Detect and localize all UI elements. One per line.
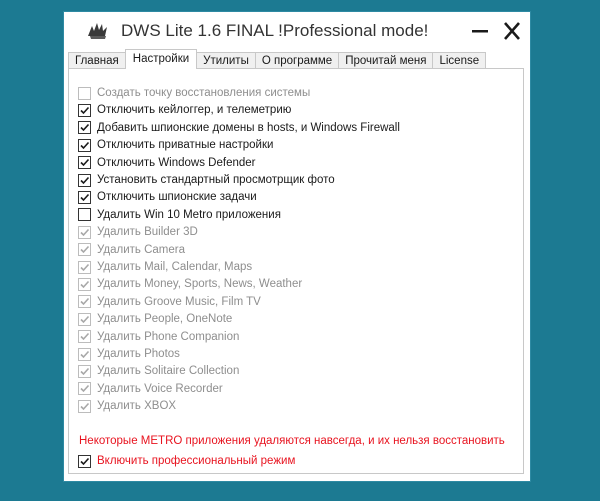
check-icon: [80, 280, 90, 289]
option-checkbox-row: Удалить Voice Recorder: [78, 381, 223, 397]
check-icon: [80, 333, 90, 341]
option-checkbox[interactable]: [78, 156, 91, 170]
check-icon: [80, 228, 90, 236]
minimize-icon[interactable]: [468, 20, 492, 42]
option-checkbox: [78, 382, 91, 396]
option-label: Удалить People, OneNote: [97, 313, 233, 326]
option-checkbox: [78, 364, 91, 378]
option-checkbox-row[interactable]: Установить стандартный просмотрщик фото: [78, 172, 335, 188]
option-checkbox: [78, 86, 91, 100]
tab-utilities[interactable]: Утилиты: [196, 52, 256, 69]
option-checkbox: [78, 399, 91, 413]
option-checkbox-row: Удалить Phone Companion: [78, 329, 239, 345]
option-checkbox-row: Удалить Groove Music, Film TV: [78, 294, 261, 310]
option-checkbox-row: Удалить Builder 3D: [78, 224, 198, 240]
option-label: Удалить Win 10 Metro приложения: [97, 208, 281, 221]
option-checkbox: [78, 347, 91, 361]
pro-mode-label: Включить профессиональный режим: [97, 455, 296, 467]
option-checkbox-row[interactable]: Добавить шпионские домены в hosts, и Win…: [78, 120, 400, 136]
pro-mode-checkbox[interactable]: Включить профессиональный режим: [78, 453, 295, 469]
check-icon: [80, 141, 90, 149]
option-label: Отключить шпионские задачи: [97, 191, 257, 204]
check-icon: [80, 315, 90, 323]
tab-settings[interactable]: Настройки: [124, 49, 198, 69]
option-label: Удалить Phone Companion: [97, 330, 240, 343]
option-checkbox: [78, 312, 91, 326]
option-checkbox-row: Удалить Camera: [78, 242, 185, 258]
option-checkbox[interactable]: [78, 121, 91, 135]
option-checkbox-row: Удалить Photos: [78, 346, 180, 362]
option-label: Удалить Solitaire Collection: [97, 365, 240, 378]
option-label: Удалить Camera: [97, 243, 186, 256]
option-label: Отключить кейлоггер, и телеметрию: [97, 104, 292, 117]
option-checkbox: [78, 330, 91, 344]
option-label: Удалить XBOX: [97, 400, 177, 413]
option-label: Добавить шпионские домены в hosts, и Win…: [97, 121, 400, 134]
option-checkbox: [78, 260, 91, 274]
tab-bar: Главная Настройки Утилиты О программе Прочит…: [68, 49, 487, 69]
window-title: DWS Lite 1.6 FINAL !Professional mode!: [121, 21, 429, 40]
option-checkbox-row: Удалить Solitaire Collection: [78, 363, 239, 379]
tab-license[interactable]: License: [432, 52, 487, 69]
pro-mode-checkbox-box[interactable]: [78, 454, 91, 468]
option-checkbox-row[interactable]: Отключить шпионские задачи: [78, 189, 257, 205]
option-checkbox[interactable]: [78, 173, 91, 187]
tab-home[interactable]: Главная: [68, 52, 126, 69]
tab-readme[interactable]: Прочитай меня: [338, 52, 434, 69]
option-checkbox: [78, 277, 91, 291]
option-checkbox-row: Удалить XBOX: [78, 398, 176, 414]
option-label: Отключить приватные настройки: [97, 139, 274, 152]
check-icon: [80, 176, 90, 184]
check-icon: [80, 124, 90, 132]
option-checkbox[interactable]: [78, 208, 91, 222]
option-label: Отключить Windows Defender: [97, 156, 256, 169]
check-icon: [80, 298, 90, 306]
option-checkbox-row: Создать точку восстановления системы: [78, 85, 310, 101]
option-checkbox-row[interactable]: Отключить приватные настройки: [78, 137, 273, 153]
check-icon: [80, 106, 90, 115]
tab-about[interactable]: О программе: [254, 52, 340, 69]
option-checkbox-row: Удалить Mail, Calendar, Maps: [78, 259, 252, 275]
app-logo-icon: [88, 23, 107, 39]
check-icon: [80, 402, 90, 410]
option-checkbox-row: Удалить Money, Sports, News, Weather: [78, 276, 302, 292]
option-checkbox-row[interactable]: Удалить Win 10 Metro приложения: [78, 207, 281, 223]
check-icon: [80, 159, 90, 167]
option-checkbox-row[interactable]: Отключить Windows Defender: [78, 155, 255, 171]
option-checkbox[interactable]: [78, 103, 91, 117]
title-bar[interactable]: DWS Lite 1.6 FINAL !Professional mode!: [64, 12, 530, 50]
option-label: Удалить Groove Music, Film TV: [97, 295, 261, 308]
check-icon: [80, 350, 90, 358]
check-icon: [80, 385, 90, 393]
check-icon: [80, 367, 90, 376]
settings-panel: Некоторые METRO приложения удаляются нав…: [68, 68, 524, 474]
option-label: Удалить Builder 3D: [97, 226, 198, 239]
option-checkbox: [78, 243, 91, 257]
metro-warning-text: Некоторые METRO приложения удаляются нав…: [79, 435, 505, 447]
option-checkbox-row: Удалить People, OneNote: [78, 311, 232, 327]
option-checkbox[interactable]: [78, 138, 91, 152]
option-label: Удалить Voice Recorder: [97, 382, 223, 395]
option-label: Удалить Mail, Calendar, Maps: [97, 261, 253, 273]
close-icon[interactable]: [500, 20, 524, 42]
main-window: DWS Lite 1.6 FINAL !Professional mode! Г…: [63, 11, 531, 482]
option-checkbox[interactable]: [78, 190, 91, 204]
option-label: Создать точку восстановления системы: [97, 87, 311, 99]
option-checkbox-row[interactable]: Отключить кейлоггер, и телеметрию: [78, 102, 291, 118]
check-icon: [80, 246, 90, 254]
check-icon: [80, 457, 90, 465]
option-label: Удалить Money, Sports, News, Weather: [97, 278, 303, 291]
option-checkbox: [78, 295, 91, 309]
check-icon: [80, 193, 90, 202]
option-checkbox: [78, 225, 91, 239]
option-label: Установить стандартный просмотрщик фото: [97, 174, 335, 186]
option-label: Удалить Photos: [97, 348, 180, 360]
check-icon: [80, 263, 90, 271]
